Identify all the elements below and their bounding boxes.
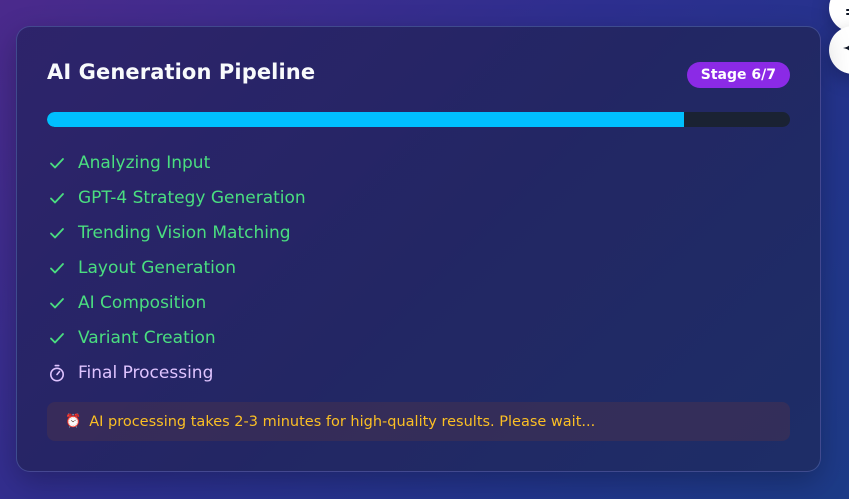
pipeline-step: AI Composition: [48, 285, 306, 320]
step-label: Layout Generation: [78, 257, 237, 278]
pipeline-step: GPT-4 Strategy Generation: [48, 180, 306, 215]
sparkle-icon: [842, 37, 849, 63]
check-icon: [48, 294, 66, 312]
processing-notice: ⏰ AI processing takes 2-3 minutes for hi…: [47, 402, 790, 441]
pipeline-step: Layout Generation: [48, 250, 306, 285]
check-icon: [48, 189, 66, 207]
step-label: Final Processing: [78, 362, 214, 383]
pipeline-step: Trending Vision Matching: [48, 215, 306, 250]
timer-icon: [48, 364, 66, 382]
step-label: GPT-4 Strategy Generation: [78, 187, 306, 208]
menu-icon: [844, 0, 849, 19]
check-icon: [48, 154, 66, 172]
pipeline-step: Variant Creation: [48, 320, 306, 355]
notice-text: AI processing takes 2-3 minutes for high…: [89, 413, 596, 430]
pipeline-steps: Analyzing Input GPT-4 Strategy Generatio…: [48, 145, 306, 390]
generation-pipeline-card: AI Generation Pipeline Stage 6/7 Analyzi…: [16, 26, 821, 472]
check-icon: [48, 329, 66, 347]
step-label: Analyzing Input: [78, 152, 211, 173]
stage-badge: Stage 6/7: [686, 62, 790, 88]
ai-assistant-button[interactable]: [829, 26, 849, 74]
pipeline-title: AI Generation Pipeline: [47, 60, 316, 84]
check-icon: [48, 259, 66, 277]
pipeline-step: Analyzing Input: [48, 145, 306, 180]
step-label: AI Composition: [78, 292, 207, 313]
pipeline-step-current: Final Processing: [48, 355, 306, 390]
step-label: Variant Creation: [78, 327, 216, 348]
progress-bar-fill: [47, 112, 684, 127]
progress-bar: [47, 112, 790, 127]
step-label: Trending Vision Matching: [78, 222, 291, 243]
alarm-clock-icon: ⏰: [65, 414, 82, 429]
check-icon: [48, 224, 66, 242]
